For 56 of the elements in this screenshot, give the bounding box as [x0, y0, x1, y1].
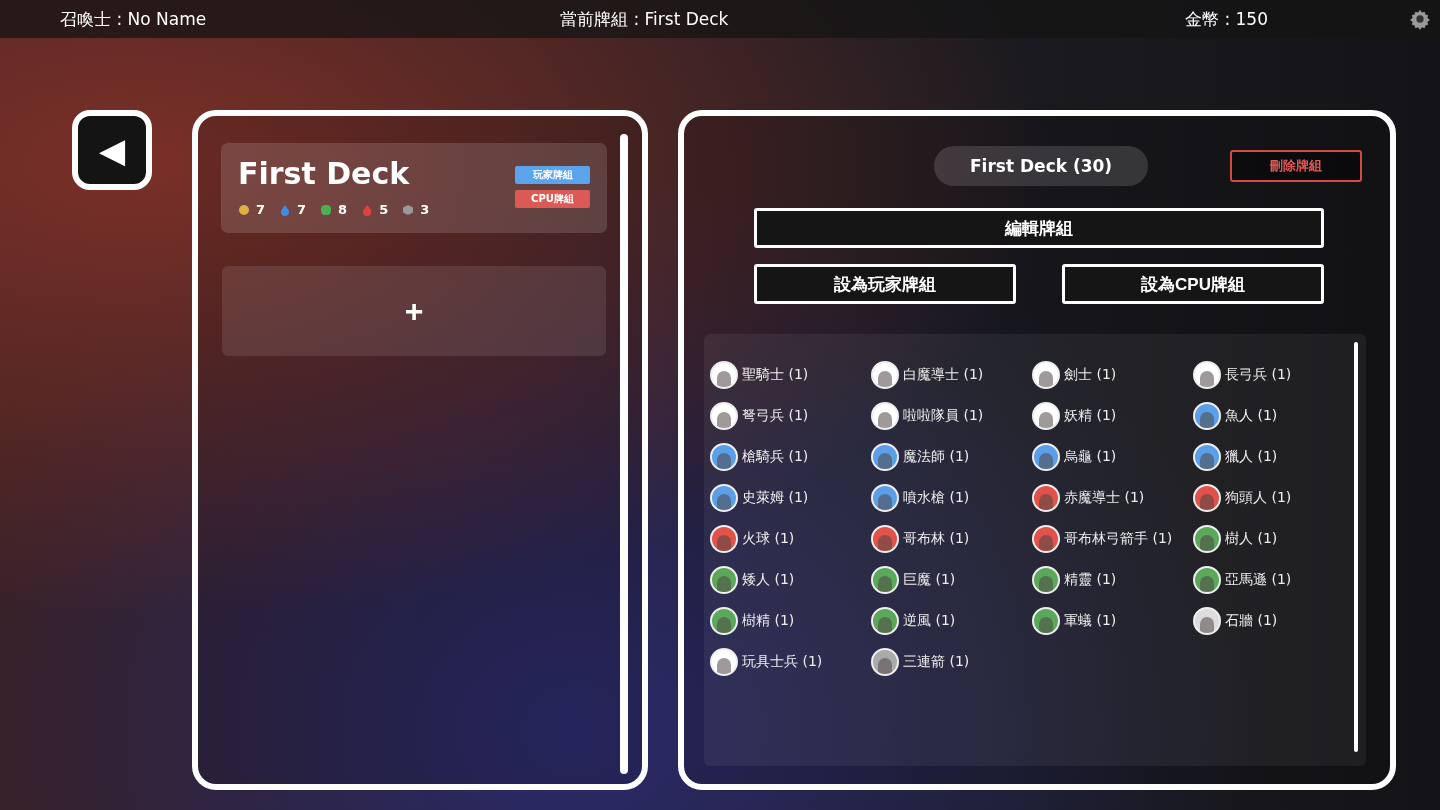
element-count: 8 [338, 202, 348, 217]
card-name: 三連箭 (1) [903, 652, 970, 671]
deck-tag: CPU牌組 [515, 190, 590, 208]
card-name: 哥布林弓箭手 (1) [1064, 529, 1173, 548]
delete-deck-button[interactable]: 刪除牌組 [1230, 150, 1362, 182]
element-count: 3 [420, 202, 430, 217]
card-name: 獵人 (1) [1225, 447, 1278, 466]
card-name: 弩弓兵 (1) [742, 406, 809, 425]
scrollbar[interactable] [1354, 342, 1358, 752]
current-deck-label: 當前牌組 : First Deck [560, 7, 730, 31]
element-count: 7 [256, 202, 266, 217]
card-name: 噴水槍 (1) [903, 488, 970, 507]
card-name: 聖騎士 (1) [742, 365, 809, 384]
card-name: 啦啦隊員 (1) [903, 406, 984, 425]
card-name: 玩具士兵 (1) [742, 652, 823, 671]
element-count: 7 [297, 202, 307, 217]
settings-icon[interactable] [1409, 8, 1431, 30]
card-name: 劍士 (1) [1064, 365, 1117, 384]
card-name: 狗頭人 (1) [1225, 488, 1292, 507]
edit-deck-button[interactable]: 編輯牌組 [754, 208, 1324, 248]
card-name: 矮人 (1) [742, 570, 795, 589]
card-name: 亞馬遜 (1) [1225, 570, 1292, 589]
card-name: 赤魔導士 (1) [1064, 488, 1145, 507]
set-cpu-deck-button[interactable]: 設為CPU牌組 [1062, 264, 1324, 304]
water-element-icon [279, 203, 292, 216]
element-count: 5 [379, 202, 389, 217]
card-name: 樹人 (1) [1225, 529, 1278, 548]
card-name: 巨魔 (1) [903, 570, 956, 589]
set-player-deck-button[interactable]: 設為玩家牌組 [754, 264, 1016, 304]
card-name: 石牆 (1) [1225, 611, 1278, 630]
card-name: 白魔導士 (1) [903, 365, 984, 384]
card-name: 樹精 (1) [742, 611, 795, 630]
add-deck-button[interactable]: + [222, 266, 606, 356]
card-name: 烏龜 (1) [1064, 447, 1117, 466]
card-name: 火球 (1) [742, 529, 795, 548]
card-name: 哥布林 (1) [903, 529, 970, 548]
card-name: 槍騎兵 (1) [742, 447, 809, 466]
card-name: 長弓兵 (1) [1225, 365, 1292, 384]
card-name: 魔法師 (1) [903, 447, 970, 466]
deck-tag: 玩家牌組 [515, 166, 590, 184]
light-element-icon [238, 203, 250, 216]
summoner-name: 召喚士 : No Name [59, 7, 208, 31]
back-button[interactable]: ◀ [72, 110, 152, 190]
card-name: 逆風 (1) [903, 611, 956, 630]
neutral-element-icon [402, 203, 415, 216]
coin-count: 金幣 : 150 [1184, 7, 1269, 31]
card-name: 史萊姆 (1) [742, 488, 809, 507]
card-name: 魚人 (1) [1225, 406, 1278, 425]
fire-element-icon [361, 203, 374, 216]
deck-title: First Deck (30) [934, 146, 1149, 186]
card-name: 精靈 (1) [1064, 570, 1117, 589]
scrollbar[interactable] [620, 134, 628, 774]
deck-name: First Deck [238, 156, 410, 191]
card-name: 軍蟻 (1) [1064, 611, 1117, 630]
card-name: 妖精 (1) [1064, 406, 1117, 425]
deck-card[interactable]: First Deck 玩家牌組 CPU牌組 7 7 8 5 3 [222, 144, 606, 232]
